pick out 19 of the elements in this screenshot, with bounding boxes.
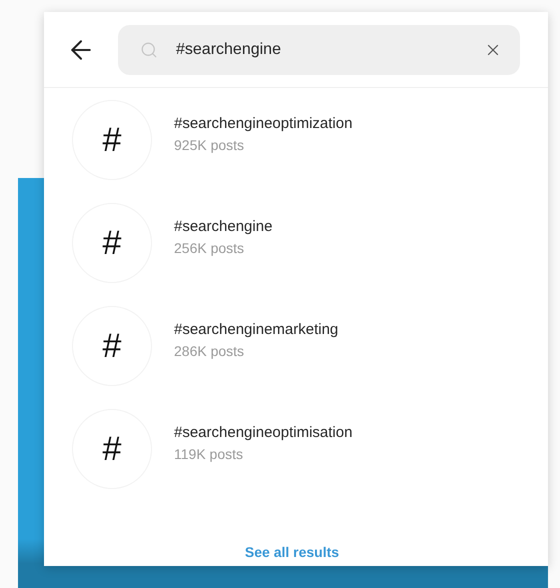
post-count: 286K posts — [174, 343, 246, 359]
search-query: #searchengine — [176, 41, 282, 59]
hashtag-result[interactable]: # #searchengineoptimisation 119K posts — [72, 409, 548, 489]
hashtag-icon: # — [72, 306, 152, 386]
hashtag-icon: # — [72, 100, 152, 180]
hashtag-name: #searchengineoptimisation — [174, 424, 352, 441]
hashtag-icon: # — [72, 203, 152, 283]
search-icon — [140, 41, 158, 59]
hashtag-name: #searchengineoptimization — [174, 115, 352, 132]
post-count: 119K posts — [174, 446, 244, 462]
post-count: 925K posts — [174, 137, 246, 153]
search-field[interactable]: #searchengine — [118, 25, 520, 75]
post-count: 256K posts — [174, 240, 246, 256]
hashtag-result[interactable]: # #searchenginemarketing 286K posts — [72, 306, 548, 386]
hashtag-result[interactable]: # #searchengine 256K posts — [72, 203, 548, 283]
hashtag-name: #searchengine — [174, 218, 272, 235]
hashtag-result[interactable]: # #searchengineoptimization 925K posts — [72, 100, 548, 180]
hashtag-name: #searchenginemarketing — [174, 321, 338, 338]
hashtag-icon: # — [72, 409, 152, 489]
